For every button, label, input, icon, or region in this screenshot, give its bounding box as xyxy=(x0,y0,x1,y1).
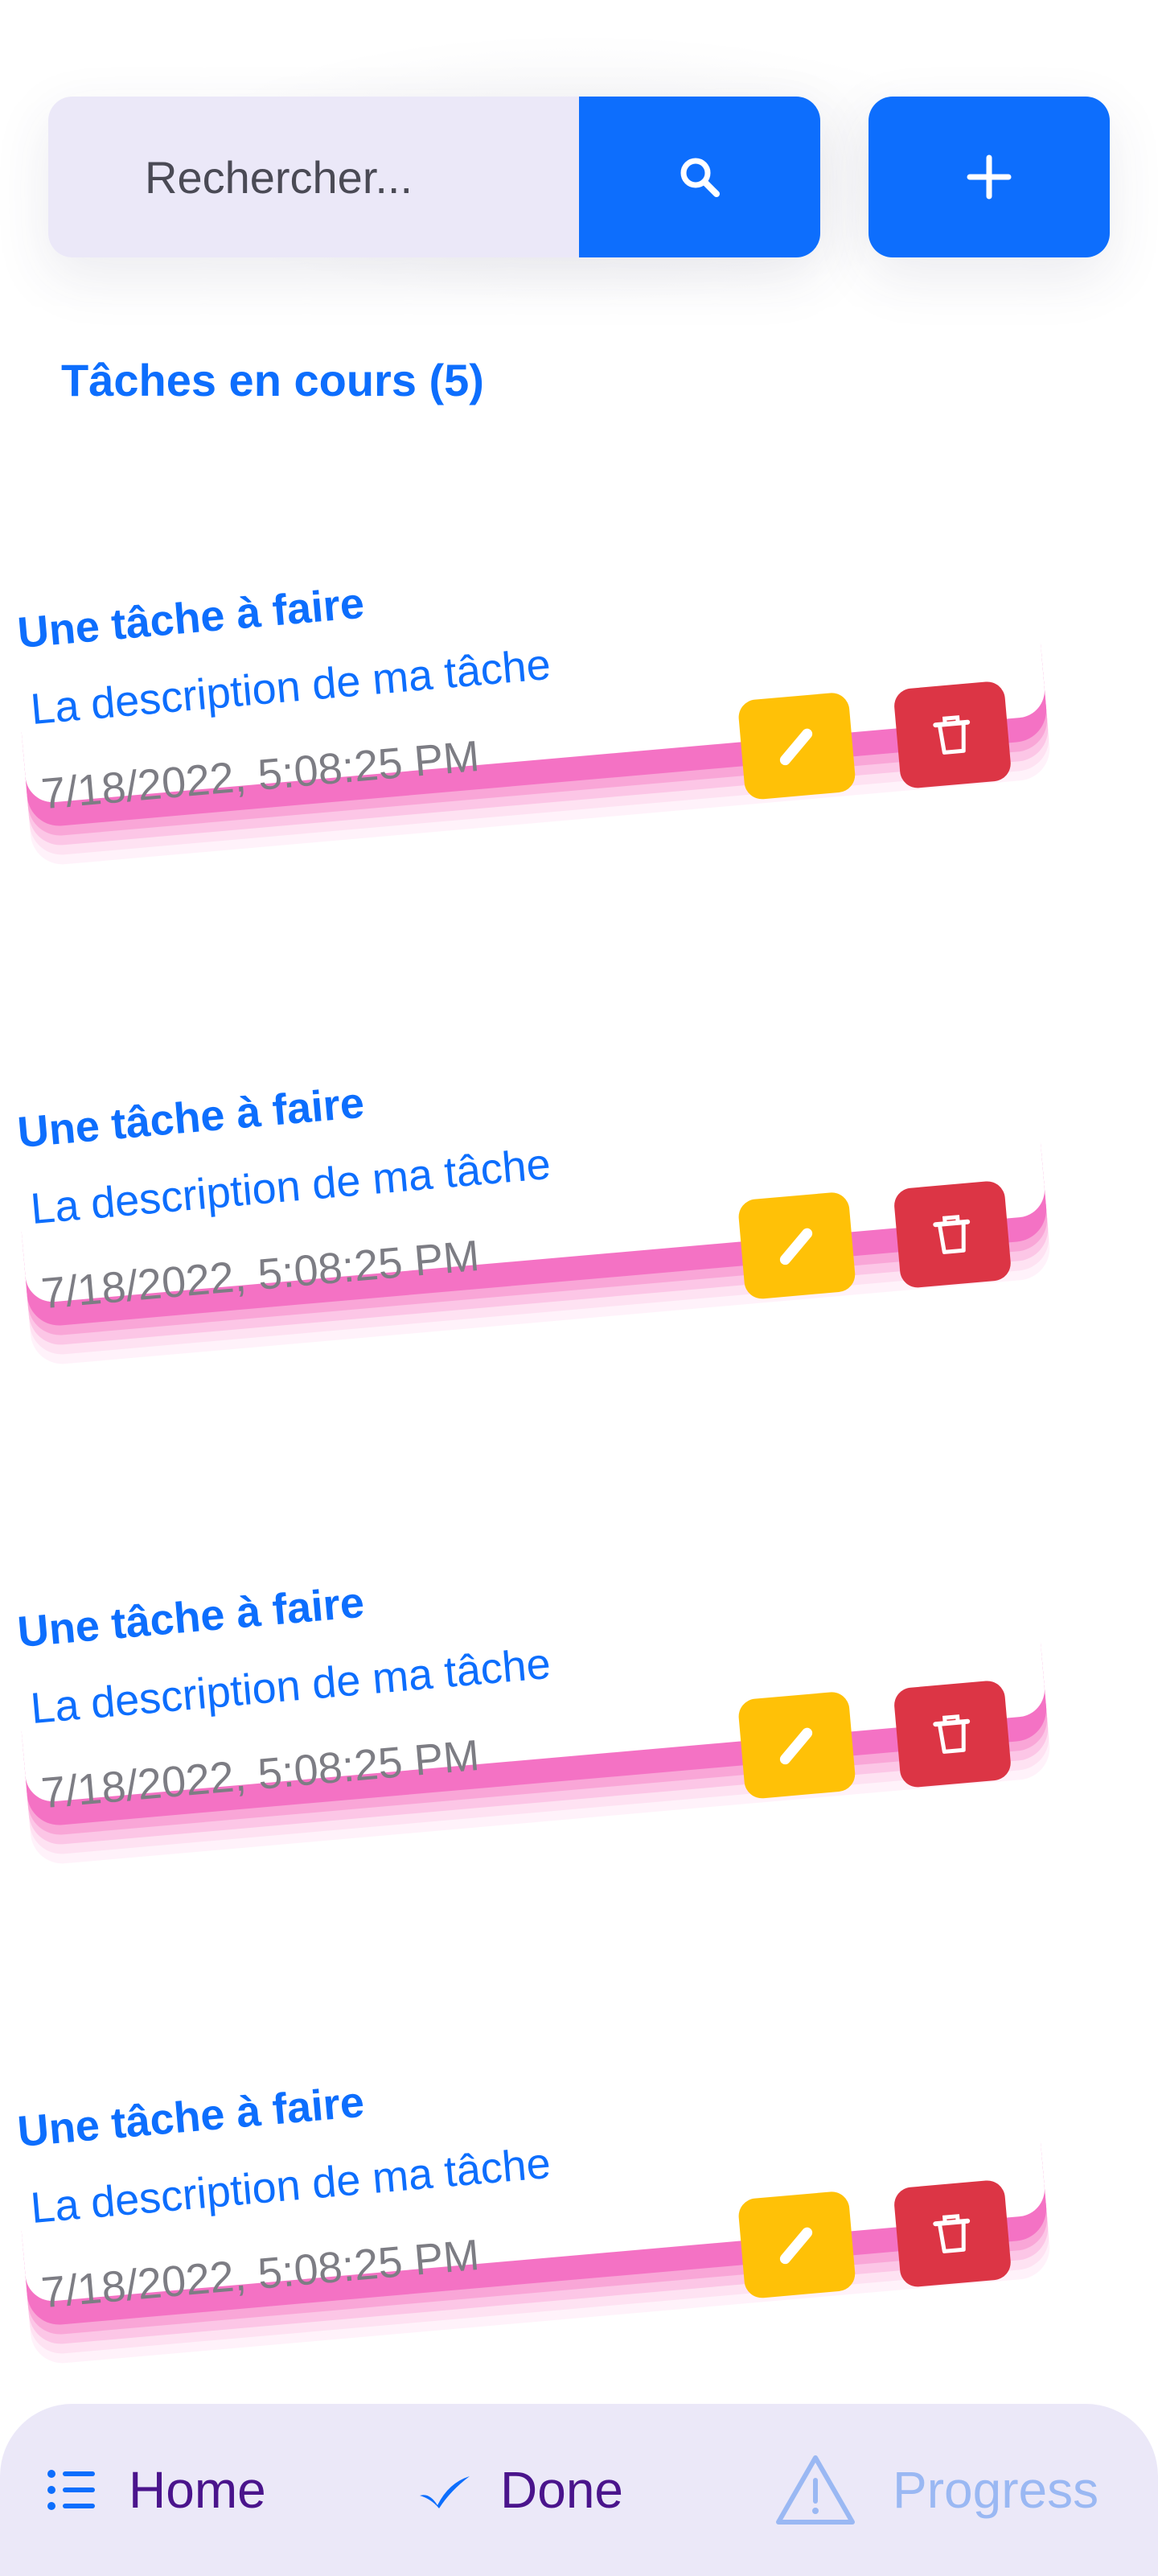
nav-home-label: Home xyxy=(129,2461,266,2519)
section-title: Tâches en cours (5) xyxy=(61,355,484,405)
delete-button[interactable] xyxy=(893,1179,1012,1290)
nav-done[interactable]: Done xyxy=(418,2404,623,2576)
trash-icon xyxy=(933,1714,971,1754)
nav-done-label: Done xyxy=(500,2461,623,2519)
edit-button[interactable] xyxy=(737,691,857,801)
bottom-nav: Home Done Progress xyxy=(0,2404,1158,2576)
plus-icon xyxy=(967,154,1012,200)
trash-icon xyxy=(933,715,971,755)
task-card: Une tâche à faire La description de ma t… xyxy=(0,1006,1065,1367)
list-icon xyxy=(47,2470,95,2510)
edit-button[interactable] xyxy=(737,2190,857,2300)
search-input[interactable] xyxy=(48,97,579,257)
pencil-icon xyxy=(779,2227,813,2265)
delete-button[interactable] xyxy=(893,680,1012,790)
trash-icon xyxy=(933,1215,971,1254)
task-card: Une tâche à faire La description de ma t… xyxy=(0,2005,1065,2366)
edit-button[interactable] xyxy=(737,1191,857,1301)
pencil-icon xyxy=(779,1228,813,1265)
edit-button[interactable] xyxy=(737,1690,857,1800)
nav-progress-label: Progress xyxy=(893,2461,1099,2519)
add-task-button[interactable] xyxy=(868,97,1110,257)
nav-progress[interactable]: Progress xyxy=(774,2404,1098,2576)
delete-button[interactable] xyxy=(893,2179,1012,2289)
pencil-icon xyxy=(779,1727,813,1765)
task-card: Une tâche à faire La description de ma t… xyxy=(0,1505,1065,1866)
checkmark-icon xyxy=(420,2476,470,2508)
search-bar xyxy=(48,97,820,257)
pencil-icon xyxy=(779,728,813,766)
task-card: Une tâche à faire La description de ma t… xyxy=(0,506,1065,867)
trash-icon xyxy=(933,2214,971,2253)
search-icon xyxy=(680,158,720,197)
nav-home[interactable]: Home xyxy=(45,2404,266,2576)
delete-button[interactable] xyxy=(893,1679,1012,1789)
search-button[interactable] xyxy=(579,97,820,257)
warning-icon xyxy=(776,2455,855,2525)
